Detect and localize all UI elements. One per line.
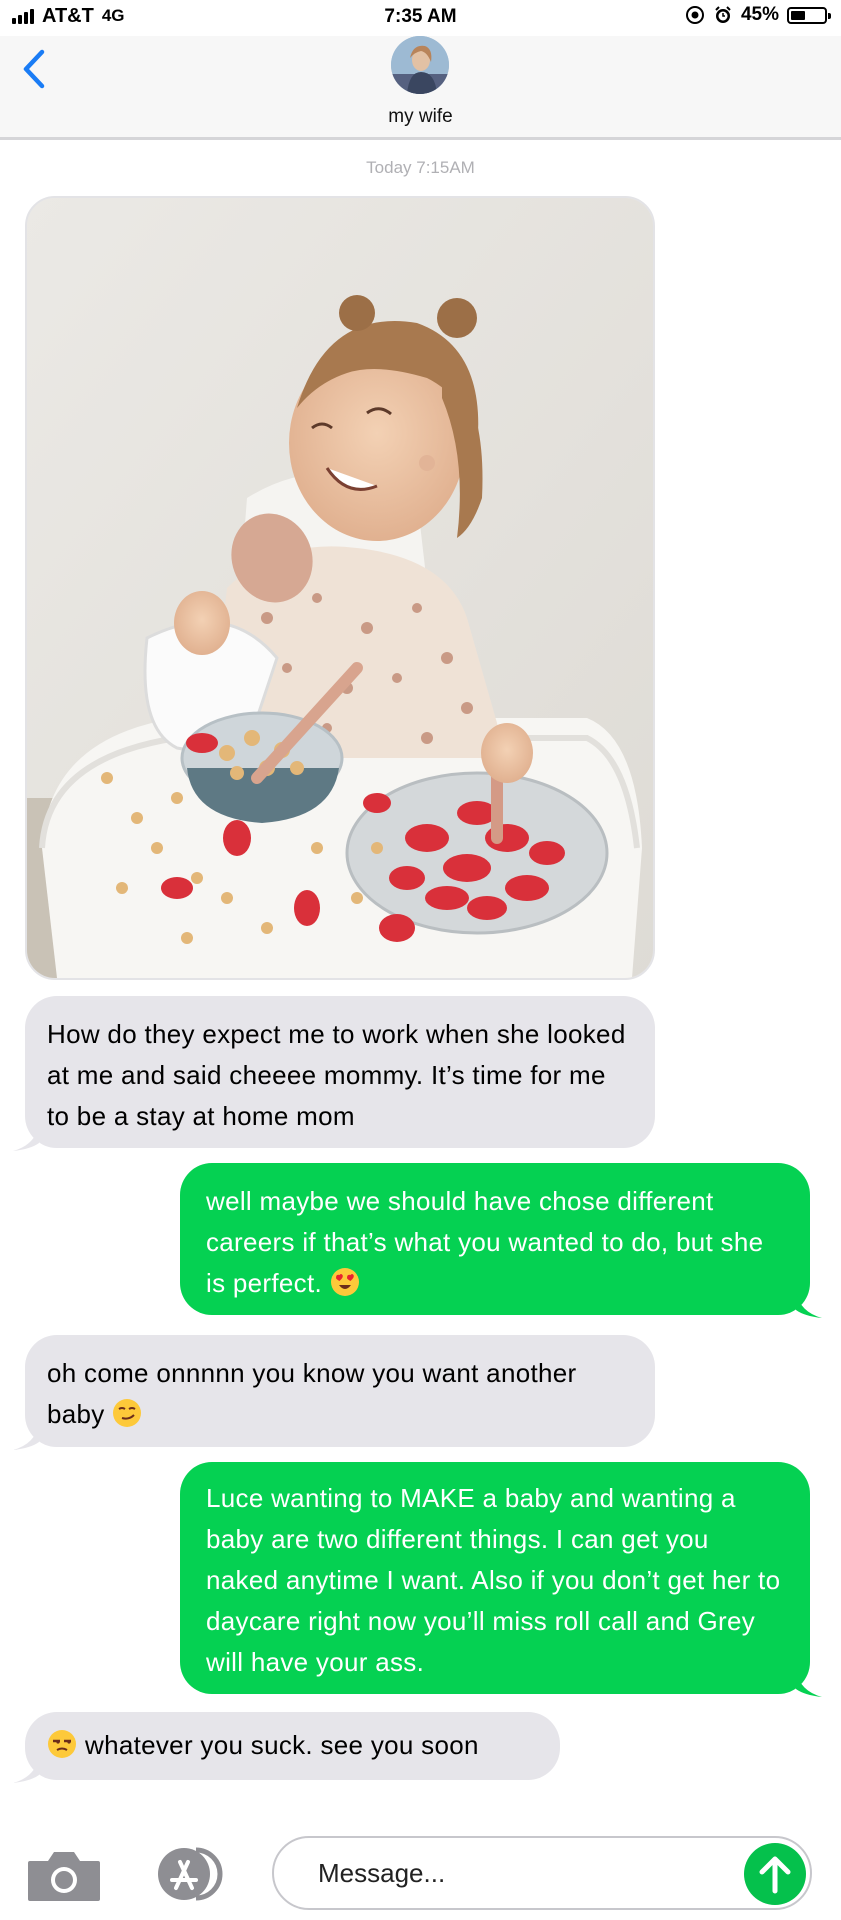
conversation-timestamp: Today 7:15AM [366, 158, 475, 177]
battery-icon [787, 6, 831, 24]
alarm-icon [715, 6, 731, 23]
message-bubble-sent[interactable]: well maybe we should have chose differen… [180, 1163, 822, 1318]
bubble-tail [13, 1424, 39, 1450]
location-lock-icon [685, 6, 704, 24]
status-right: 45% [685, 1, 831, 29]
message-bubble-received[interactable]: How do they expect me to work when she l… [13, 996, 655, 1151]
toddler-highchair-photo [27, 198, 653, 978]
message-text: Luce wanting to MAKE a baby and wanting … [206, 1483, 781, 1677]
battery-percent: 45% [740, 4, 779, 25]
message-bubble-received[interactable]: oh come onnnnn you know you want another… [13, 1335, 655, 1450]
bubble-tail [13, 1757, 39, 1783]
message-bubble-sent[interactable]: Luce wanting to MAKE a baby and wanting … [180, 1462, 822, 1697]
message-bubble-received[interactable]: whatever you suck. see you soon [13, 1712, 560, 1783]
unamused-emoji-icon [48, 1730, 76, 1758]
back-chevron-icon[interactable] [18, 46, 48, 92]
message-input-placeholder: Message... [318, 1858, 446, 1888]
conversation-header: my wife [0, 36, 841, 140]
smirk-emoji-icon [113, 1399, 142, 1427]
up-arrow-icon [759, 1856, 791, 1894]
send-button[interactable] [744, 1843, 806, 1905]
message-text: How do they expect me to work when she l… [47, 1019, 626, 1131]
contact-avatar[interactable] [391, 36, 449, 94]
photo-attachment[interactable] [25, 196, 655, 980]
message-input[interactable]: Message... [272, 1836, 812, 1910]
contact-name[interactable]: my wife [0, 106, 841, 128]
bubble-tail [13, 1125, 39, 1151]
message-text: whatever you suck. see you soon [85, 1730, 479, 1760]
message-composer: Message... [0, 1790, 841, 1920]
message-text: well maybe we should have chose differen… [206, 1186, 764, 1298]
camera-icon[interactable] [26, 1847, 102, 1903]
bubble-tail [796, 1671, 822, 1697]
battery-fill [791, 10, 806, 20]
status-bar: AT&T 4G 7:35 AM 45% [0, 0, 841, 36]
avatar-photo [391, 36, 449, 94]
bubble-tail [796, 1292, 822, 1318]
app-store-icon[interactable] [150, 1844, 230, 1904]
heart-eyes-emoji-icon [330, 1268, 359, 1296]
